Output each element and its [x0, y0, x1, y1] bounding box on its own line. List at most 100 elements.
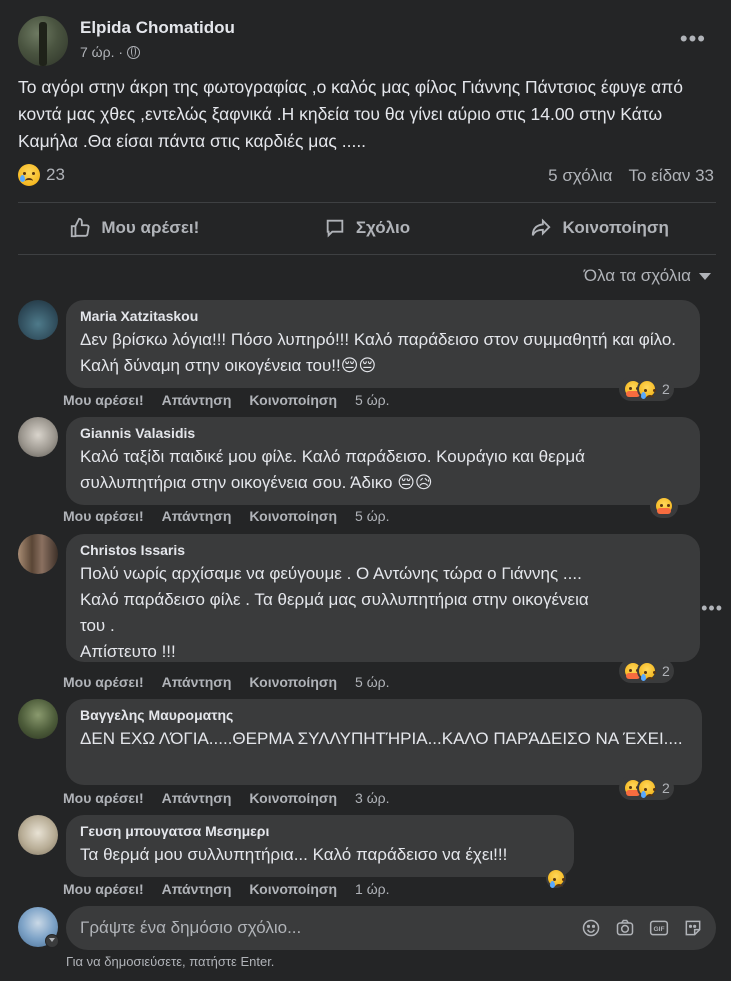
author-name[interactable]: Elpida Chomatidou	[80, 18, 235, 38]
share-label: Κοινοποίηση	[562, 218, 669, 237]
comments-count[interactable]: 5 σχόλια	[548, 166, 612, 186]
views-count: Το είδαν 33	[628, 166, 714, 185]
comment-time[interactable]: 1 ώρ.	[355, 881, 389, 897]
author-avatar[interactable]	[18, 16, 68, 66]
sort-label: Όλα τα σχόλια	[583, 266, 691, 285]
comment-reply-button[interactable]: Απάντηση	[162, 392, 232, 408]
comment-like-button[interactable]: Μου αρέσει!	[63, 881, 144, 897]
like-icon	[71, 217, 90, 238]
comment-text-line: Απίστευτο !!!	[80, 642, 176, 661]
comment-reactions[interactable]	[650, 494, 678, 518]
comment-text: Καλό ταξίδι παιδικέ μου φίλε. Καλό παράδ…	[80, 447, 585, 492]
comment-time[interactable]: 5 ώρ.	[355, 392, 389, 408]
commenter-name[interactable]: Βαγγελης Μαυροματης	[80, 707, 688, 723]
avatar[interactable]	[18, 417, 58, 457]
comment-share-button[interactable]: Κοινοποίηση	[249, 674, 337, 690]
chevron-down-icon[interactable]	[45, 934, 59, 948]
avatar[interactable]	[18, 300, 58, 340]
comment-time[interactable]: 3 ώρ.	[355, 790, 389, 806]
commenter-name[interactable]: Giannis Valasidis	[80, 425, 686, 441]
post-stats: 23 5 σχόλια Το είδαν 33	[18, 164, 716, 190]
comment-text-line: Καλό παράδεισο φίλε . Τα θερμά μας συλλυ…	[80, 590, 589, 609]
comment-reply-button[interactable]: Απάντηση	[162, 674, 232, 690]
comment-actions: Μου αρέσει! Απάντηση Κοινοποίηση 5 ώρ.	[63, 674, 389, 690]
comment-like-button[interactable]: Μου αρέσει!	[63, 392, 144, 408]
post-header: Elpida Chomatidou 7 ώρ. · •••	[18, 16, 718, 66]
comment-label: Σχόλιο	[355, 218, 411, 237]
comment-input-wrapper: GIF	[66, 906, 716, 950]
comment-like-button[interactable]: Μου αρέσει!	[63, 790, 144, 806]
comment-bubble: Βαγγελης Μαυροματης ΔΕΝ ΕΧΩ ΛΌΓΙΑ.....ΘΕ…	[66, 699, 702, 785]
post-time[interactable]: 7 ώρ. ·	[80, 44, 123, 60]
like-label: Μου αρέσει!	[101, 218, 200, 237]
like-button[interactable]: Μου αρέσει!	[18, 204, 251, 252]
comment-actions: Μου αρέσει! Απάντηση Κοινοποίηση 3 ώρ.	[63, 790, 389, 806]
gif-text: GIF	[653, 926, 664, 933]
comment-bubble: Giannis Valasidis Καλό ταξίδι παιδικέ μο…	[66, 417, 700, 505]
avatar[interactable]	[18, 815, 58, 855]
comment-composer: GIF	[18, 906, 718, 950]
comment-like-button[interactable]: Μου αρέσει!	[63, 508, 144, 524]
comment-share-button[interactable]: Κοινοποίηση	[249, 508, 337, 524]
comment-share-button[interactable]: Κοινοποίηση	[249, 790, 337, 806]
comment-options-icon[interactable]: •••	[701, 598, 723, 619]
comment-actions: Μου αρέσει! Απάντηση Κοινοποίηση 1 ώρ.	[63, 881, 389, 897]
chevron-down-icon	[699, 272, 711, 280]
comment-input[interactable]	[80, 918, 560, 938]
comment-time[interactable]: 5 ώρ.	[355, 674, 389, 690]
reaction-count: 2	[662, 780, 670, 796]
comment-text: Δεν βρίσκω λόγια!!! Πόσο λυπηρό!!! Καλό …	[80, 330, 677, 375]
comment-text-line: του .	[80, 616, 115, 635]
sad-reaction-icon	[546, 868, 566, 888]
commenter-name[interactable]: Christos Issaris	[80, 542, 686, 558]
comment-reply-button[interactable]: Απάντηση	[162, 790, 232, 806]
comment-actions: Μου αρέσει! Απάντηση Κοινοποίηση 5 ώρ.	[63, 392, 389, 408]
comment-reactions[interactable]: 2	[619, 377, 674, 401]
comment-share-button[interactable]: Κοινοποίηση	[249, 392, 337, 408]
comment-icon	[326, 219, 344, 238]
comment-button[interactable]: Σχόλιο	[251, 204, 484, 252]
comment-reactions[interactable]: 2	[619, 659, 674, 683]
comment-reactions[interactable]: 2	[619, 776, 674, 800]
sticker-icon[interactable]	[682, 917, 704, 939]
comment-like-button[interactable]: Μου αρέσει!	[63, 674, 144, 690]
sad-reaction-icon	[637, 778, 657, 798]
care-reaction-icon	[654, 496, 674, 516]
sort-comments-dropdown[interactable]: Όλα τα σχόλια	[584, 266, 711, 286]
comment-share-button[interactable]: Κοινοποίηση	[249, 881, 337, 897]
sad-reaction-icon	[637, 661, 657, 681]
comment-text: ΔΕΝ ΕΧΩ ΛΌΓΙΑ.....ΘΕΡΜΑ ΣΥΛΛΥΠΗΤΉΡΙΑ...Κ…	[80, 729, 683, 748]
avatar[interactable]	[18, 699, 58, 739]
globe-icon	[127, 45, 141, 59]
comment-reply-button[interactable]: Απάντηση	[162, 881, 232, 897]
sad-reaction-icon	[637, 379, 657, 399]
comment-text: Πολύ νωρίς αρχίσαμε να φεύγουμε . Ο Αντώ…	[80, 561, 686, 665]
post-actions: Μου αρέσει! Σχόλιο Κοινοποίηση	[18, 204, 716, 252]
divider	[18, 202, 716, 203]
emoji-icon[interactable]	[580, 917, 602, 939]
avatar[interactable]	[18, 534, 58, 574]
post-text: Το αγόρι στην άκρη της φωτογραφίας ,ο κα…	[18, 77, 683, 151]
reaction-summary[interactable]: 23	[18, 164, 65, 186]
camera-icon[interactable]	[614, 917, 636, 939]
comment-time[interactable]: 5 ώρ.	[355, 508, 389, 524]
sad-reaction-icon	[18, 164, 40, 186]
comment-bubble: Christos Issaris Πολύ νωρίς αρχίσαμε να …	[66, 534, 700, 662]
divider	[18, 254, 716, 255]
reaction-count: 2	[662, 381, 670, 397]
post-hint: Για να δημοσιεύσετε, πατήστε Enter.	[66, 954, 275, 969]
comment-reply-button[interactable]: Απάντηση	[162, 508, 232, 524]
comment-text-line: Πολύ νωρίς αρχίσαμε να φεύγουμε . Ο Αντώ…	[80, 564, 582, 583]
comment-text: Τα θερμά μου συλλυπητήρια... Καλό παράδε…	[80, 845, 508, 864]
share-icon	[532, 218, 552, 236]
commenter-name[interactable]: Maria Xatzitaskou	[80, 308, 686, 324]
comment-reactions[interactable]	[542, 866, 570, 890]
reactions-count: 23	[46, 165, 65, 184]
post-meta: 7 ώρ. ·	[80, 44, 141, 60]
more-icon[interactable]: •••	[680, 26, 706, 52]
commenter-name[interactable]: Γευση μπουγατσα Μεσημερι	[80, 823, 560, 839]
gif-icon[interactable]: GIF	[648, 917, 670, 939]
share-button[interactable]: Κοινοποίηση	[483, 204, 716, 252]
reaction-count: 2	[662, 663, 670, 679]
comment-bubble: Γευση μπουγατσα Μεσημερι Τα θερμά μου συ…	[66, 815, 574, 877]
